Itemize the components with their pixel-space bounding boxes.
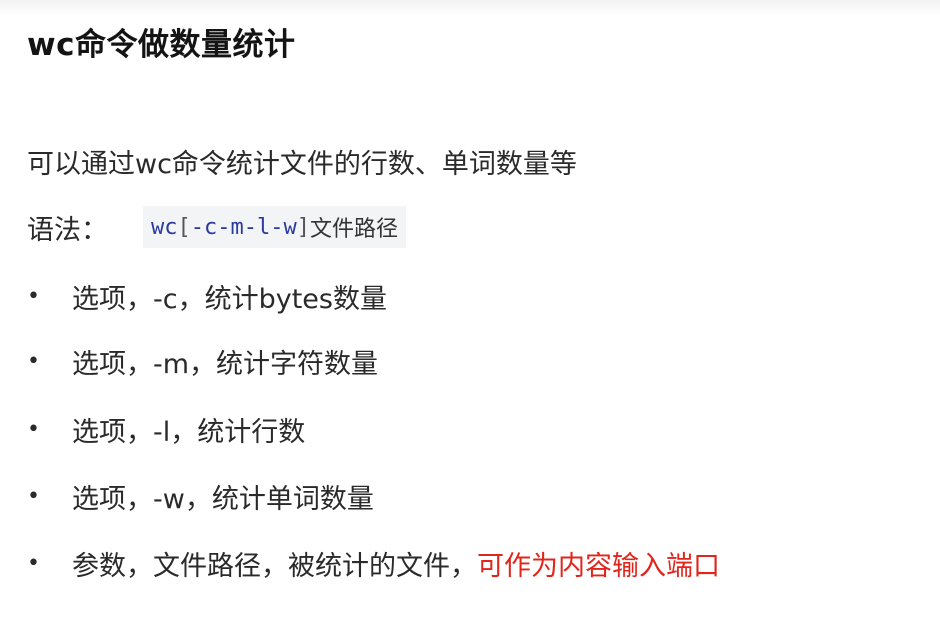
param-path-highlight: 可作为内容输入端口 — [477, 551, 720, 582]
list-item-param-path: • 参数，文件路径，被统计的文件， 可作为内容输入端口 — [27, 544, 720, 583]
syntax-label: 语法： — [27, 214, 108, 246]
list-item-option-l: • 选项，-l，统计行数 — [27, 410, 305, 449]
list-item-option-c: • 选项，-c，统计bytes数量 — [27, 277, 387, 316]
code-option-l: -l — [243, 214, 271, 240]
code-close-bracket: ] — [296, 214, 310, 240]
code-file-path: 文件路径 — [310, 217, 399, 242]
intro-text: 可以通过wc命令统计文件的行数、单词数量等 — [27, 149, 577, 180]
code-option-w: -w — [270, 214, 297, 240]
option-l-text: 选项，-l，统计行数 — [72, 417, 306, 448]
bullet-icon: • — [27, 349, 40, 374]
list-item-option-m: • 选项，-m，统计字符数量 — [27, 342, 378, 381]
option-m-text: 选项，-m，统计字符数量 — [72, 349, 379, 380]
code-option-m: -m — [217, 214, 244, 240]
option-w-text: 选项，-w，统计单词数量 — [72, 484, 374, 515]
syntax-row: 语法： wc [-c -m -l -w] 文件路径 — [27, 205, 407, 249]
code-option-c: -c — [190, 214, 218, 240]
code-open-bracket: [ — [177, 214, 191, 240]
param-path-text: 参数，文件路径，被统计的文件， — [72, 551, 477, 582]
syntax-code-block: wc [-c -m -l -w] 文件路径 — [143, 206, 407, 248]
page-title: wc命令做数量统计 — [27, 27, 296, 63]
bullet-icon: • — [27, 417, 40, 442]
list-item-option-w: • 选项，-w，统计单词数量 — [27, 477, 374, 516]
top-edge-shade — [0, 0, 940, 16]
bullet-icon: • — [27, 484, 40, 509]
bullet-icon: • — [27, 551, 40, 576]
bullet-icon: • — [27, 284, 40, 309]
code-command: wc — [151, 214, 178, 240]
option-c-text: 选项，-c，统计bytes数量 — [72, 284, 387, 315]
